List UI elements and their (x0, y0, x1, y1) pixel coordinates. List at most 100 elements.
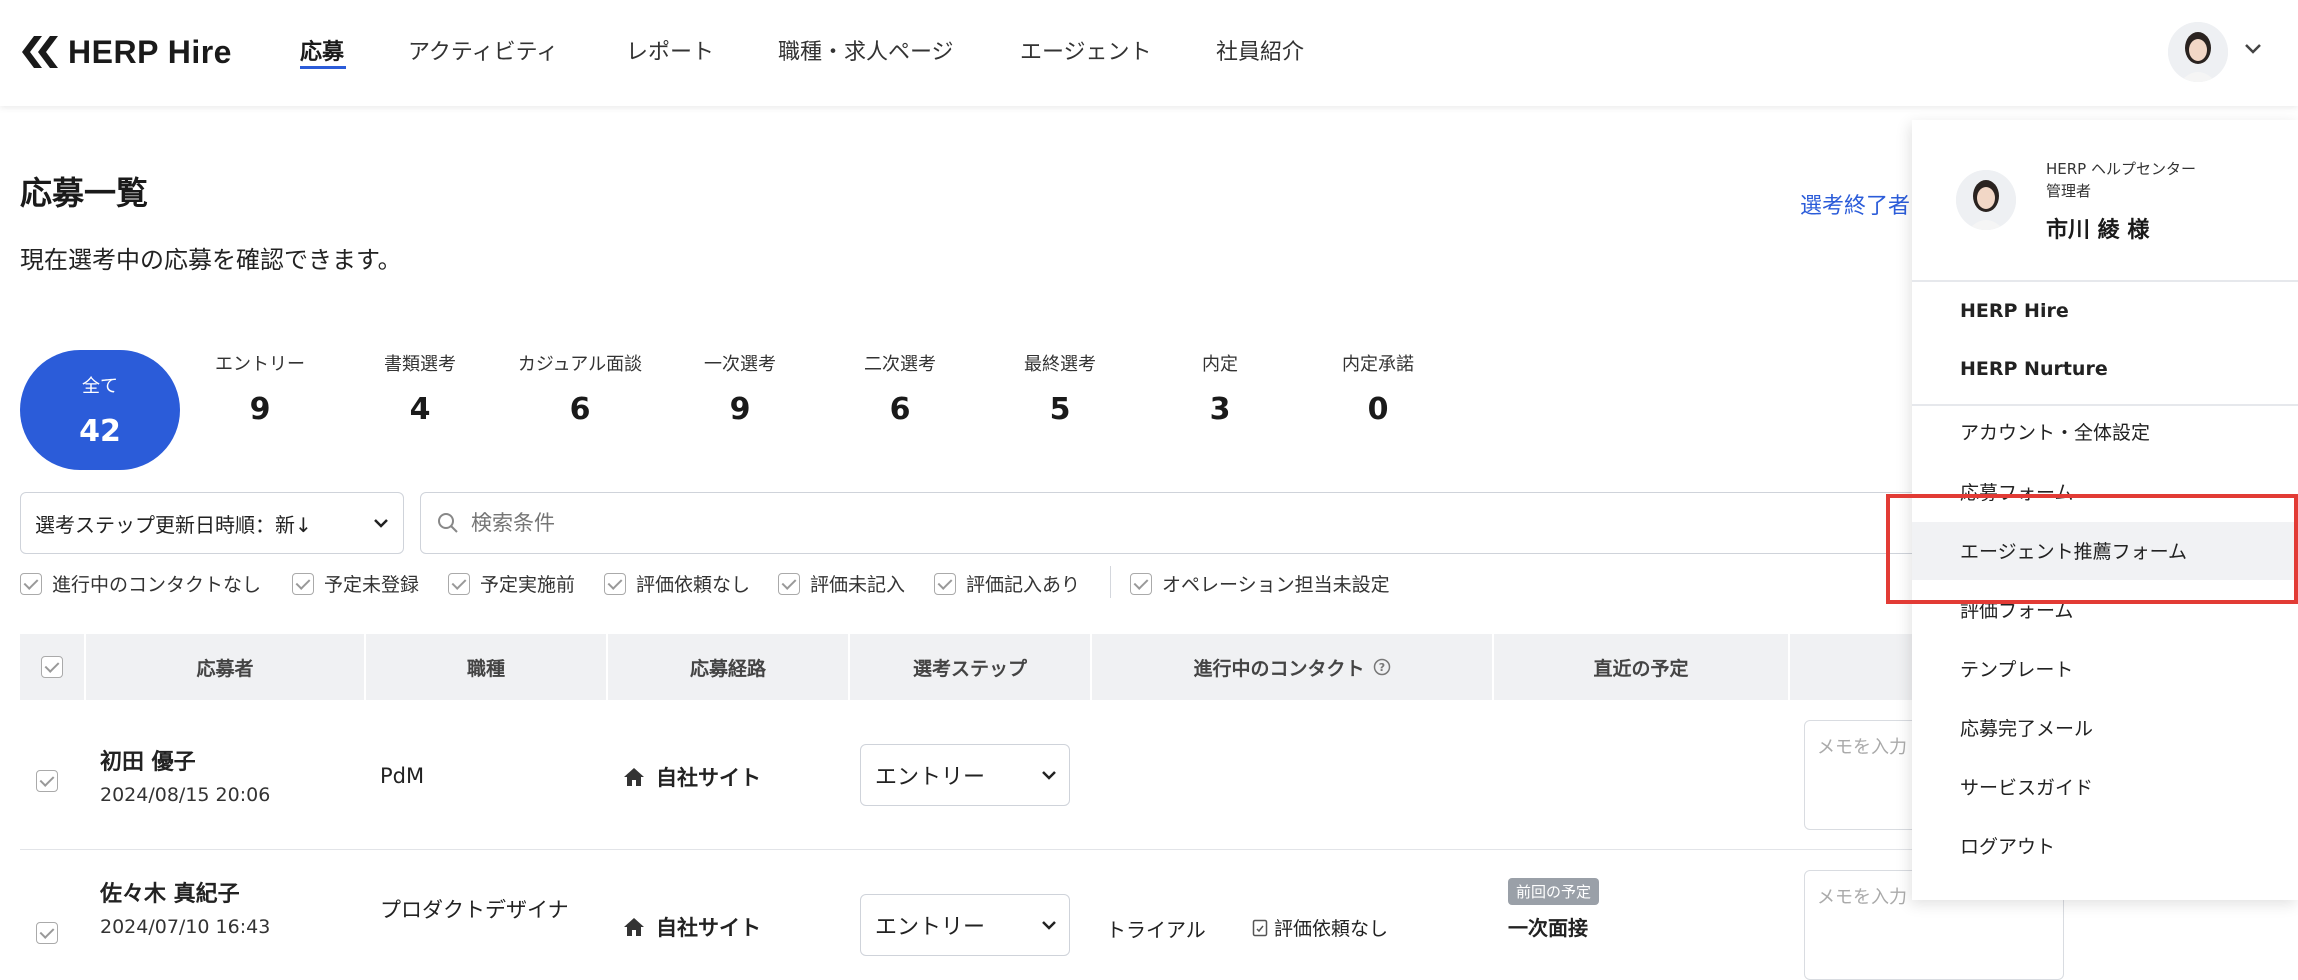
menu-item-service-guide[interactable]: サービスガイド (1960, 773, 2093, 800)
row-checkbox[interactable] (36, 770, 58, 792)
filter-divider (1110, 566, 1111, 598)
route-label: 自社サイト (656, 766, 761, 790)
col-memo (1790, 634, 1920, 700)
chevron-down-icon (1042, 921, 1056, 930)
filter-no-contact[interactable]: 進行中のコンタクトなし (20, 570, 261, 597)
checkbox[interactable] (1130, 572, 1152, 595)
table-row[interactable]: 佐々木 真紀子 2024/07/10 16:43 プロダクトデザイナ 自社サイト… (20, 850, 2064, 980)
user-role: 管理者 (2046, 182, 2092, 200)
filter-label: 評価依頼なし (636, 574, 751, 596)
filter-no-operator[interactable]: オペレーション担当未設定 (1130, 570, 1390, 597)
step-tab-document[interactable]: 書類選考 4 (340, 350, 500, 427)
prev-schedule-badge: 前回の予定 (1508, 878, 1600, 905)
menu-item-account-settings[interactable]: アカウント・全体設定 (1960, 418, 2150, 445)
filter-label: オペレーション担当未設定 (1162, 574, 1390, 596)
nav-referral[interactable]: 社員紹介 (1216, 34, 1304, 66)
divider (1912, 280, 2298, 282)
step-select[interactable]: エントリー (860, 744, 1070, 806)
nav-report[interactable]: レポート (626, 34, 714, 66)
filter-no-schedule[interactable]: 予定未登録 (292, 570, 419, 597)
checkbox[interactable] (934, 572, 956, 595)
select-all-cell (20, 634, 86, 700)
menu-item-evaluation-form[interactable]: 評価フォーム (1960, 596, 2073, 623)
checkbox[interactable] (448, 572, 470, 595)
job-title: プロダクトデザイナ (380, 898, 569, 922)
search-input[interactable] (471, 511, 1771, 535)
table-header: 応募者 職種 応募経路 選考ステップ 進行中のコンタクト ? 直近の予定 (20, 634, 1920, 700)
step-tab-offer[interactable]: 内定 3 (1140, 350, 1300, 427)
step-count: 6 (569, 392, 591, 427)
checkbox[interactable] (604, 572, 626, 595)
menu-item-templates[interactable]: テンプレート (1960, 655, 2073, 682)
svg-text:?: ? (1378, 661, 1384, 674)
route-label: 自社サイト (656, 916, 761, 940)
user-avatar[interactable] (2168, 22, 2228, 82)
nav-applications[interactable]: 応募 (300, 34, 344, 66)
chevron-down-icon[interactable] (2240, 36, 2266, 62)
nav-jobs[interactable]: 職種・求人ページ (778, 34, 954, 66)
col-step[interactable]: 選考ステップ (850, 634, 1092, 700)
step-tab-final[interactable]: 最終選考 5 (980, 350, 1140, 427)
eval-status-label: 評価依頼なし (1274, 918, 1389, 940)
col-route[interactable]: 応募経路 (608, 634, 850, 700)
table-row[interactable]: 初田 優子 2024/08/15 20:06 PdM 自社サイト エントリー メ… (20, 700, 2064, 850)
step-count: 6 (889, 392, 911, 427)
filter-before-schedule[interactable]: 予定実施前 (448, 570, 575, 597)
dropdown-avatar (1956, 170, 2016, 230)
route-cell: 自社サイト (622, 912, 761, 942)
sort-select-value: 選考ステップ更新日時順：新↓ (35, 512, 312, 537)
applicant-name[interactable]: 佐々木 真紀子 (100, 876, 240, 908)
checkbox[interactable] (20, 572, 42, 595)
step-tab-accepted[interactable]: 内定承諾 0 (1298, 350, 1458, 427)
col-applicant[interactable]: 応募者 (86, 634, 366, 700)
user-name: 市川 綾 様 (2046, 218, 2150, 243)
filter-label: 評価記入あり (966, 574, 1081, 596)
applicant-name[interactable]: 初田 優子 (100, 744, 196, 776)
sort-select[interactable]: 選考ステップ更新日時順：新↓ (20, 492, 404, 554)
search-box[interactable] (420, 492, 1920, 554)
filter-no-eval-request[interactable]: 評価依頼なし (604, 570, 750, 597)
checkbox[interactable] (292, 572, 314, 595)
filter-eval-unfilled[interactable]: 評価未記入 (778, 570, 905, 597)
step-tab-casual[interactable]: カジュアル面談 6 (500, 350, 660, 427)
filter-eval-filled[interactable]: 評価記入あり (934, 570, 1080, 597)
filter-label: 進行中のコンタクトなし (52, 574, 262, 596)
app-header: HERP Hire 応募 アクティビティ レポート 職種・求人ページ エージェン… (0, 0, 2298, 106)
step-count: 9 (249, 392, 271, 427)
select-all-checkbox[interactable] (41, 656, 63, 678)
menu-item-agent-form[interactable]: エージェント推薦フォーム (1960, 537, 2187, 564)
menu-item-application-form[interactable]: 応募フォーム (1960, 478, 2073, 505)
home-icon (624, 768, 644, 786)
search-icon (438, 513, 458, 533)
col-job[interactable]: 職種 (366, 634, 608, 700)
step-count: 4 (409, 392, 431, 427)
step-label: 内定 (1202, 354, 1238, 375)
checkbox[interactable] (778, 572, 800, 595)
help-icon[interactable]: ? (1373, 658, 1391, 676)
step-count: 3 (1209, 392, 1231, 427)
col-contact[interactable]: 進行中のコンタクト ? (1092, 634, 1494, 700)
herp-hire-logo[interactable]: HERP Hire (20, 28, 232, 76)
menu-item-herp-nurture[interactable]: HERP Nurture (1960, 358, 2108, 380)
menu-item-logout[interactable]: ログアウト (1960, 832, 2055, 859)
step-tab-first[interactable]: 一次選考 9 (660, 350, 820, 427)
row-checkbox[interactable] (36, 922, 58, 944)
route-cell: 自社サイト (622, 762, 761, 792)
home-icon (624, 918, 644, 936)
ended-applicants-link[interactable]: 選考終了者 (1800, 188, 1910, 220)
step-label: 全て (82, 376, 118, 397)
menu-item-completion-mail[interactable]: 応募完了メール (1960, 714, 2093, 741)
step-tab-all[interactable]: 全て 42 (20, 350, 180, 470)
menu-item-herp-hire[interactable]: HERP Hire (1960, 300, 2069, 322)
nav-activity[interactable]: アクティビティ (408, 34, 558, 66)
step-label: 二次選考 (864, 354, 936, 375)
step-select[interactable]: エントリー (860, 894, 1070, 956)
col-contact-label: 進行中のコンタクト (1193, 657, 1365, 680)
col-schedule[interactable]: 直近の予定 (1494, 634, 1790, 700)
applicant-date: 2024/08/15 20:06 (100, 784, 271, 806)
page-title: 応募一覧 (20, 174, 149, 212)
logo-text: HERP Hire (68, 33, 232, 70)
step-tab-second[interactable]: 二次選考 6 (820, 350, 980, 427)
nav-agents[interactable]: エージェント (1020, 34, 1152, 66)
step-tab-entry[interactable]: エントリー 9 (180, 350, 340, 427)
